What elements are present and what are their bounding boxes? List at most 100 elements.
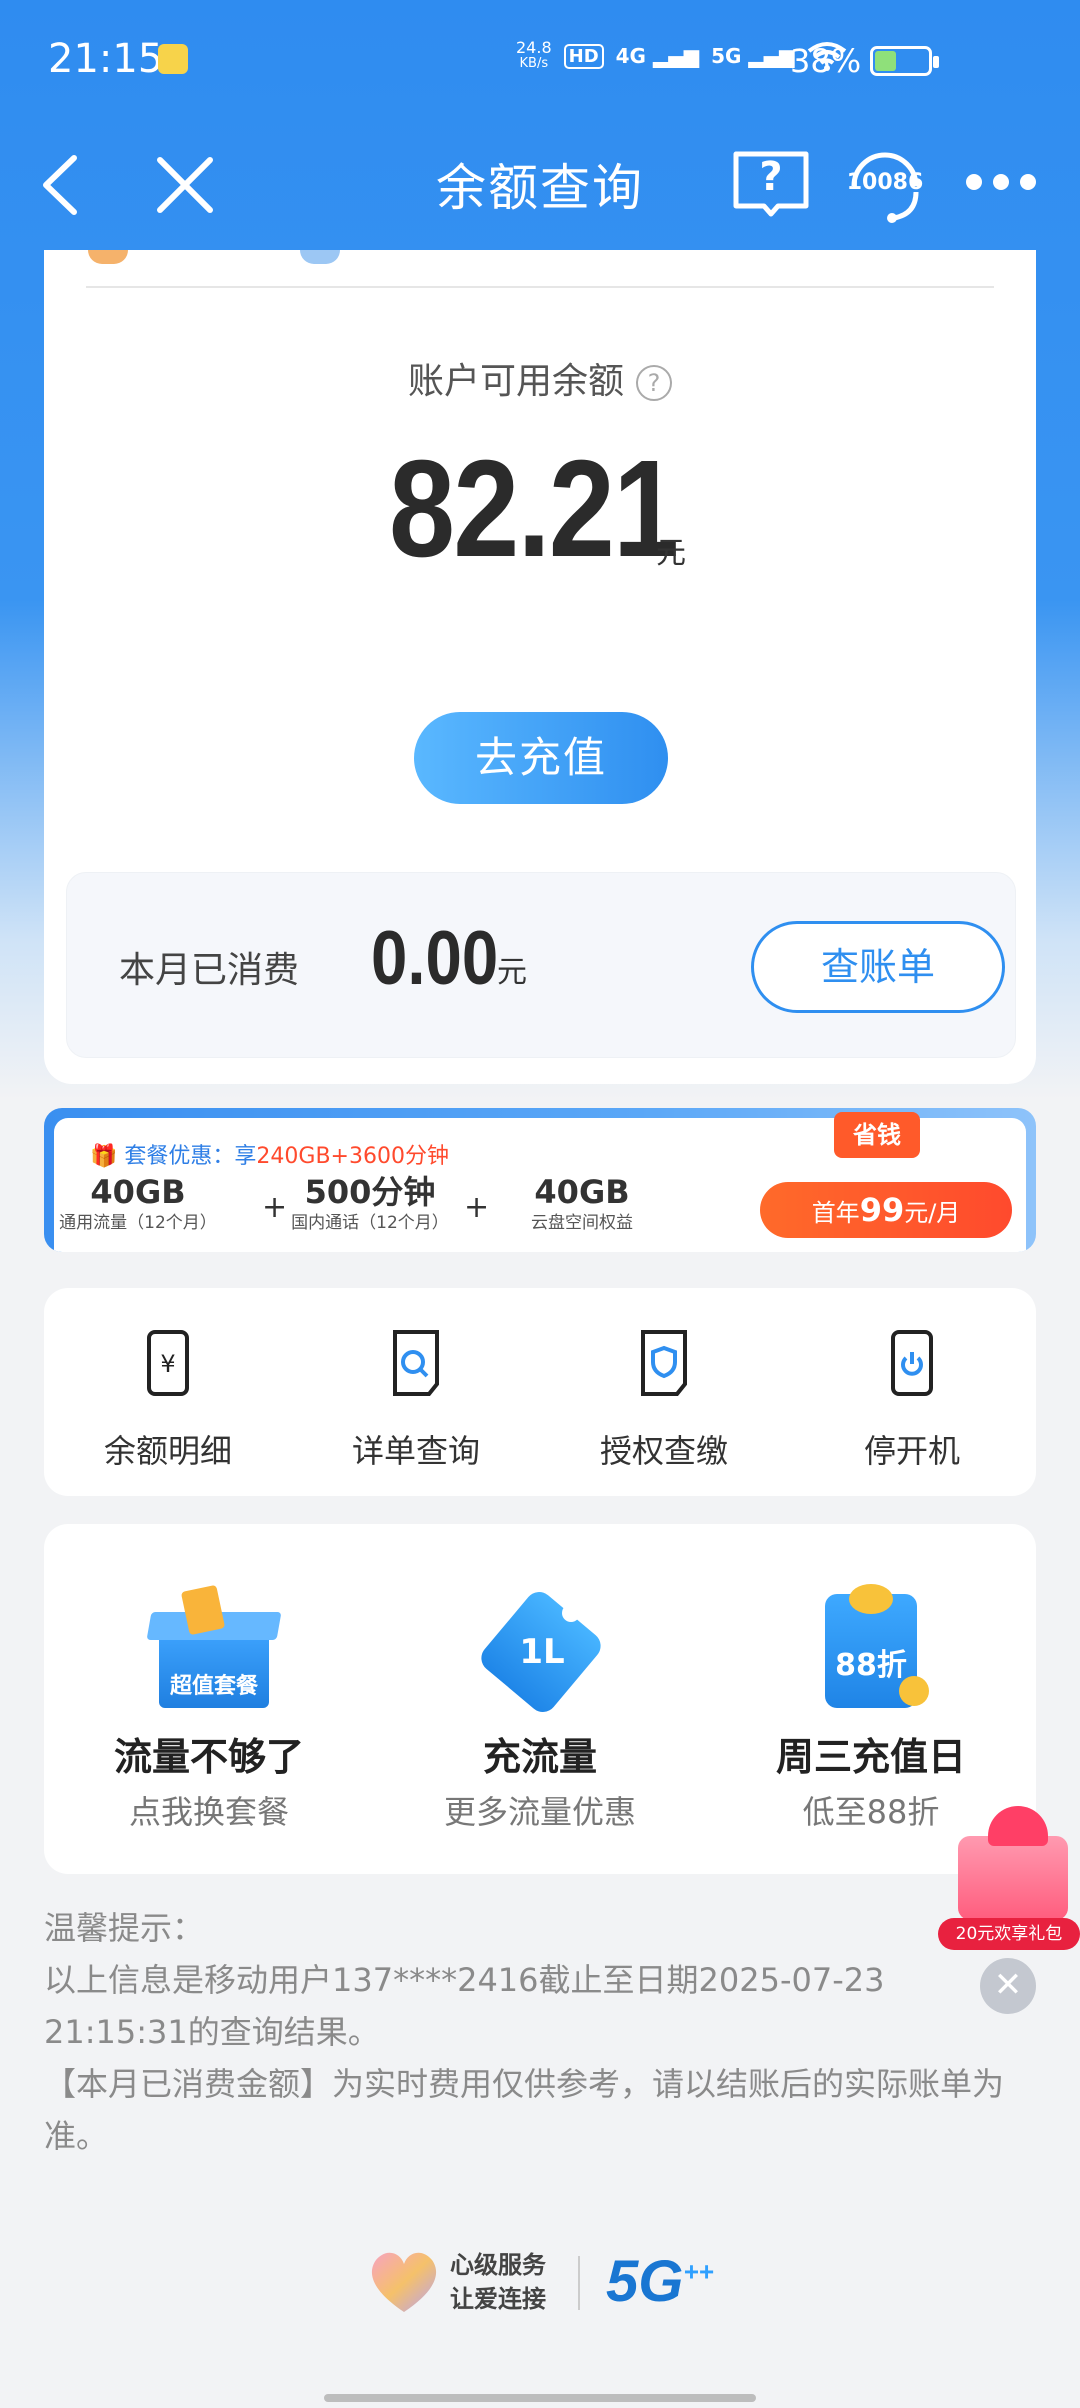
status-bar: 21:15 24.8 KB/s HD 4G ▂▄▆ 5G ▂▄▆ 38% <box>0 0 1080 120</box>
balance-label-row: 账户可用余额? <box>44 352 1036 404</box>
balance-label: 账户可用余额 <box>407 361 624 402</box>
promo-item: 500分钟 国内通话（12个月） <box>286 1174 454 1236</box>
discount-label: 88折 <box>835 1648 907 1683</box>
quick-item-call-detail[interactable]: 详单查询 <box>292 1328 540 1472</box>
promo-title: 🎁 套餐优惠：享240GB+3600分钟 <box>90 1138 449 1170</box>
promo-item-desc: 国内通话（12个月） <box>291 1213 449 1233</box>
promo-item-desc: 云盘空间权益 <box>531 1213 633 1233</box>
promo-price-suffix: 元/月 <box>904 1199 961 1227</box>
navigation-bar: 余额查询 ? 10086 <box>0 120 1080 250</box>
promo-item-desc: 通用流量（12个月） <box>59 1213 217 1233</box>
balance-unit: 元 <box>656 536 686 571</box>
quick-item-authorization[interactable]: 授权查缴 <box>540 1328 788 1472</box>
network-speed: 24.8 KB/s <box>516 40 552 72</box>
service-number: 10086 <box>846 170 924 195</box>
footer-slogan: 心级服务 让爱连接 <box>450 2248 546 2316</box>
search-document-icon <box>393 1330 439 1396</box>
feature-section: 超值套餐 流量不够了 点我换套餐 1L 充流量 更多流量优惠 88折 周三充值日… <box>44 1524 1036 1874</box>
balance-amount: 82.21 <box>389 432 679 586</box>
network-speed-value: 24.8 <box>516 38 552 57</box>
status-time: 21:15 <box>48 36 164 82</box>
balance-card: 账户可用余额? 82.21 元 去充值 本月已消费 0.00 元 查账单 <box>44 250 1036 1084</box>
battery-level-fill <box>875 51 897 71</box>
promo-price-prefix: 首年 <box>811 1199 860 1227</box>
5g-logo-plus: ++ <box>683 2256 714 2287</box>
promo-item-value: 40GB <box>90 1173 186 1211</box>
monthly-spend-amount: 0.00 <box>371 916 499 1001</box>
phone-power-icon <box>891 1330 933 1396</box>
battery-percent: 38% <box>790 42 862 80</box>
data-tag-label: 1L <box>519 1632 565 1672</box>
5g-logo: 5G++ <box>606 2248 714 2315</box>
footer-slogan-line: 心级服务 <box>450 2250 546 2279</box>
tips-line: 【本月已消费金额】为实时费用仅供参考，请以结账后的实际账单为准。 <box>44 2065 1005 2155</box>
promo-item-value: 500分钟 <box>304 1173 436 1211</box>
data-tag-icon: 1L <box>470 1584 610 1718</box>
customer-service-button[interactable]: 10086 <box>846 142 924 226</box>
footer-brand: 心级服务 让爱连接 5G++ <box>0 2240 1080 2330</box>
svg-text:¥: ¥ <box>160 1350 175 1378</box>
feature-buy-data[interactable]: 1L 充流量 更多流量优惠 <box>375 1584 705 1833</box>
tips-heading: 温馨提示： <box>44 1909 205 1947</box>
feature-title: 充流量 <box>482 1735 597 1779</box>
promo-title-prefix: 套餐优惠：享 <box>124 1144 257 1169</box>
monthly-spend-label: 本月已消费 <box>119 950 300 991</box>
sim1-label: 4G <box>615 44 646 68</box>
quick-services: ¥ 余额明细 详单查询 授权查缴 停开机 <box>44 1288 1036 1496</box>
phone-yuan-icon: ¥ <box>147 1330 189 1396</box>
monthly-spend-box: 本月已消费 0.00 元 查账单 <box>66 872 1016 1058</box>
help-glyph: ? <box>759 154 783 200</box>
quick-item-balance-detail[interactable]: ¥ 余额明细 <box>44 1328 292 1472</box>
signal-5g-icon: 5G ▂▄▆ <box>711 44 795 68</box>
save-money-tag: 省钱 <box>834 1112 920 1158</box>
quick-item-label: 详单查询 <box>351 1432 480 1470</box>
gift-small-icon: 🎁 <box>90 1144 118 1169</box>
hd-icon: HD <box>563 43 604 69</box>
notification-app-icon <box>158 44 188 74</box>
package-box-label: 超值套餐 <box>169 1674 258 1699</box>
quick-item-label: 停开机 <box>863 1432 960 1470</box>
promo-price-button[interactable]: 首年99元/月 <box>760 1182 1012 1238</box>
network-speed-unit: KB/s <box>519 56 549 71</box>
quick-item-label: 授权查缴 <box>599 1432 728 1470</box>
help-guide-button[interactable]: ? <box>732 148 810 220</box>
divider <box>86 286 994 288</box>
promo-item: 40GB 通用流量（12个月） <box>58 1174 218 1236</box>
quick-item-label: 余额明细 <box>103 1432 232 1470</box>
feature-subtitle: 更多流量优惠 <box>443 1793 636 1831</box>
discount-envelope-icon: 88折 <box>801 1584 941 1714</box>
top-decoration <box>300 250 340 264</box>
feature-wednesday-recharge[interactable]: 88折 周三充值日 低至88折 <box>706 1584 1036 1833</box>
footer-divider <box>578 2256 580 2310</box>
top-decoration <box>88 250 128 264</box>
monthly-spend-unit: 元 <box>497 955 527 990</box>
feature-subtitle: 点我换套餐 <box>128 1793 289 1831</box>
plus-sign: + <box>262 1190 288 1225</box>
promo-title-highlight: 240GB+3600分钟 <box>256 1144 449 1169</box>
signal-4g-icon: 4G ▂▄▆ <box>615 44 700 68</box>
home-indicator[interactable] <box>324 2394 756 2402</box>
plus-sign: + <box>464 1190 490 1225</box>
gift-bow <box>988 1806 1048 1846</box>
question-icon[interactable]: ? <box>636 365 672 401</box>
feature-title: 周三充值日 <box>775 1735 966 1779</box>
sim2-label: 5G <box>711 44 742 68</box>
package-box-icon: 超值套餐 <box>139 1584 282 1714</box>
tips-line: 以上信息是移动用户137****2416截止至日期2025-07-23 21:1… <box>44 1961 885 2051</box>
promo-price-number: 99 <box>859 1191 905 1229</box>
5g-logo-text: 5G <box>606 2249 684 2314</box>
view-bill-button[interactable]: 查账单 <box>751 921 1005 1013</box>
feature-title: 流量不够了 <box>113 1735 304 1779</box>
more-menu-icon[interactable] <box>966 170 1036 194</box>
heart-logo-icon <box>371 2252 437 2312</box>
promo-item-value: 40GB <box>534 1173 630 1211</box>
promo-banner[interactable]: 🎁 套餐优惠：享240GB+3600分钟 40GB 通用流量（12个月） + 5… <box>44 1108 1036 1252</box>
footer-slogan-line: 让爱连接 <box>450 2284 546 2313</box>
shield-document-icon <box>641 1330 687 1396</box>
quick-item-power[interactable]: 停开机 <box>788 1328 1036 1472</box>
battery-icon <box>870 46 939 76</box>
recharge-button[interactable]: 去充值 <box>414 712 668 804</box>
feature-change-plan[interactable]: 超值套餐 流量不够了 点我换套餐 <box>44 1584 374 1833</box>
promo-item: 40GB 云盘空间权益 <box>494 1174 670 1236</box>
tips-section: 温馨提示： 以上信息是移动用户137****2416截止至日期2025-07-2… <box>44 1902 1036 2162</box>
